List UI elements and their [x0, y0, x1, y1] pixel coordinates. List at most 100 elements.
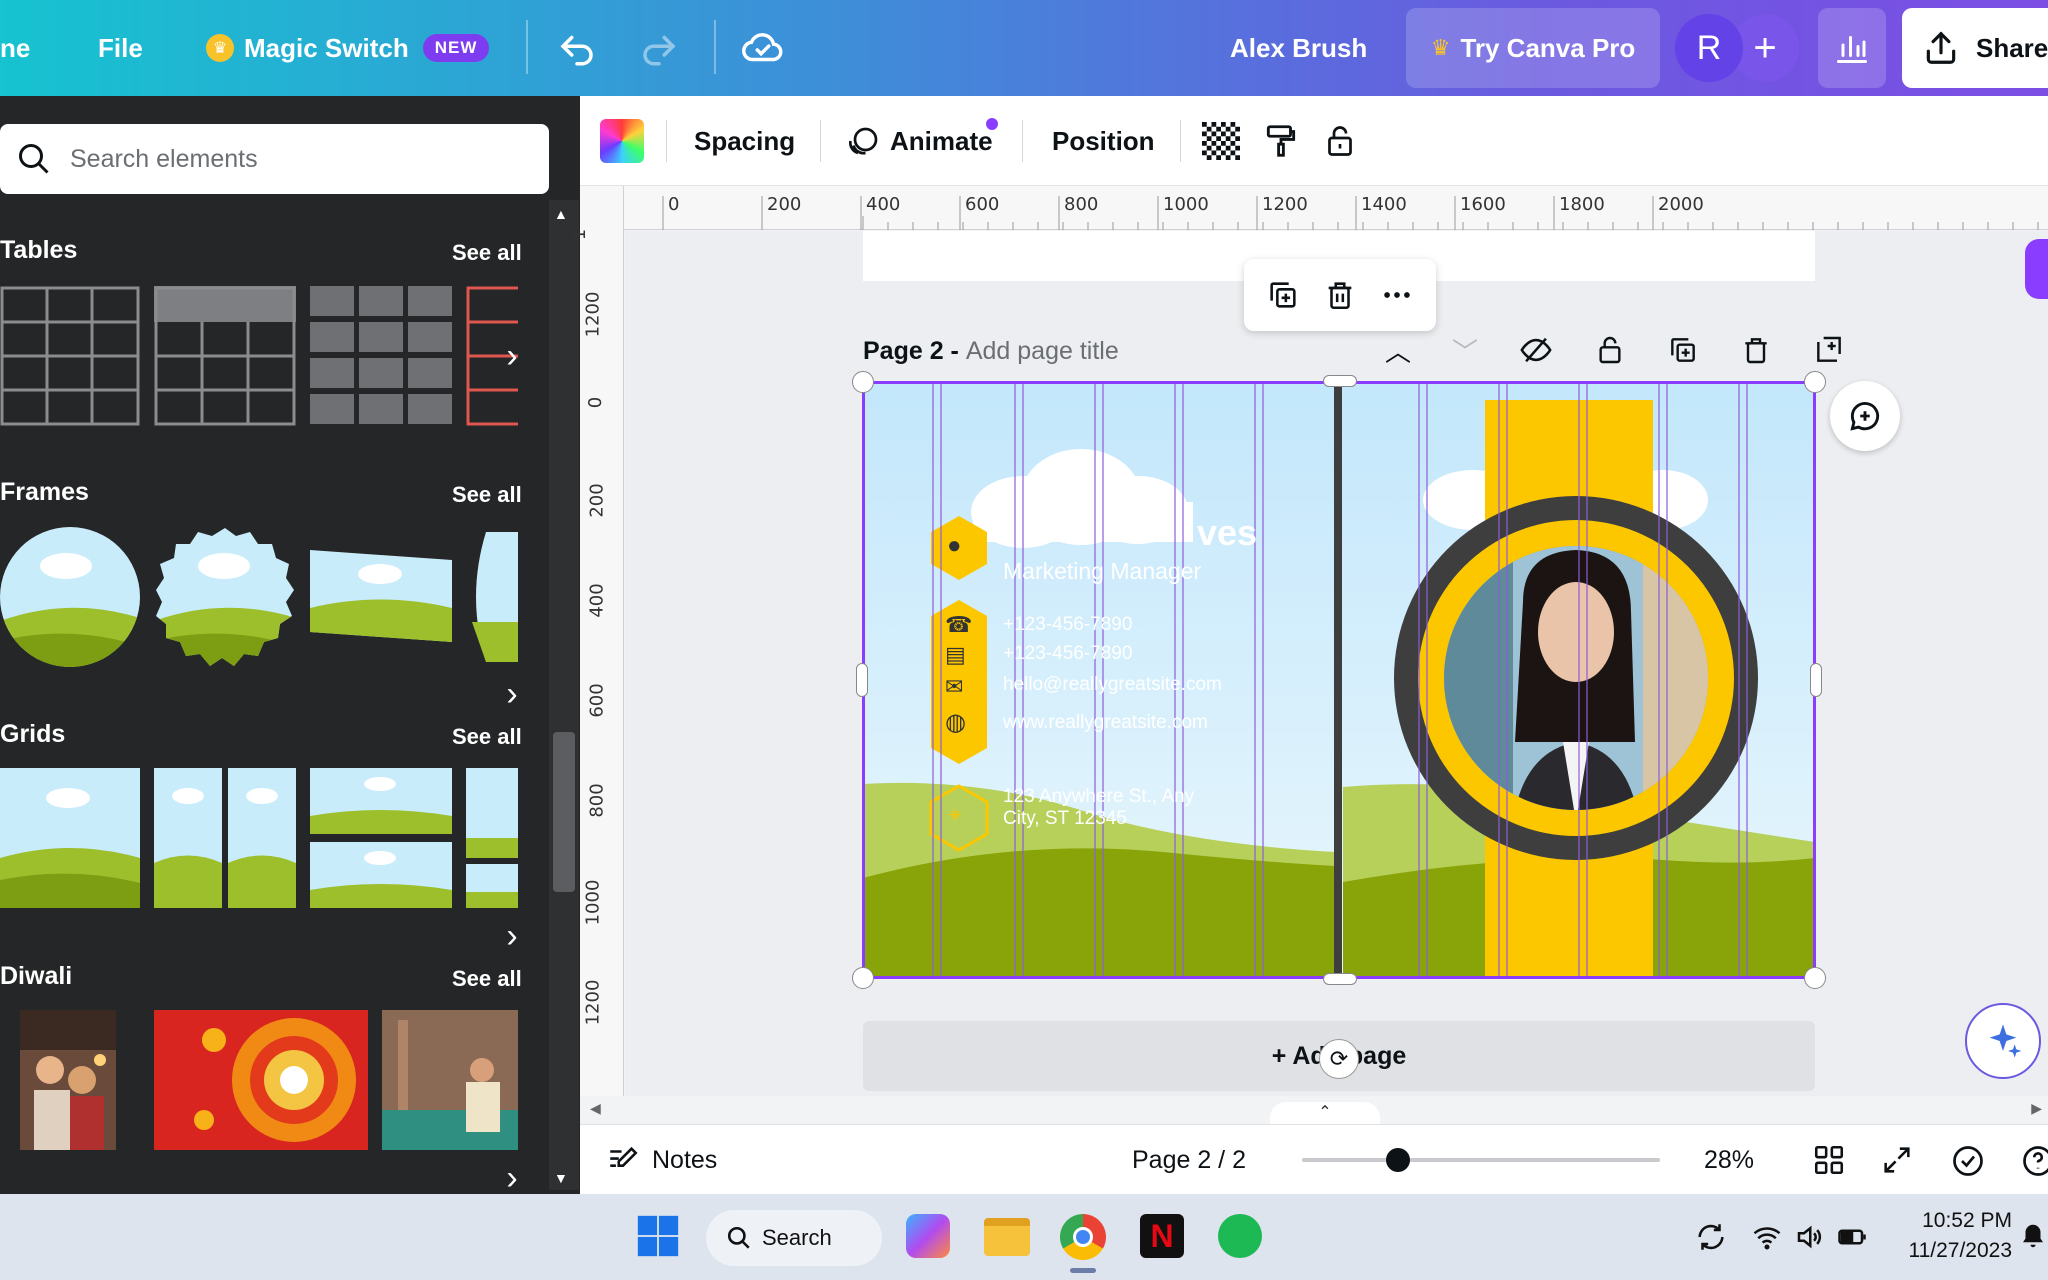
check-circle-icon[interactable] — [1950, 1143, 1986, 1179]
notification-bell-icon[interactable] — [2018, 1220, 2048, 1252]
notes-button[interactable]: Notes — [606, 1125, 717, 1195]
insights-button[interactable] — [1818, 8, 1886, 88]
help-icon[interactable] — [2020, 1143, 2048, 1179]
hide-page-icon[interactable] — [1519, 333, 1553, 367]
grid-thumbnail[interactable] — [466, 768, 518, 908]
ruler-label: 400 — [866, 194, 901, 215]
redo-button[interactable] — [638, 0, 680, 96]
see-all-frames-link[interactable]: See all — [452, 482, 522, 508]
animate-button[interactable]: Animate — [846, 96, 998, 186]
grid-thumbnail[interactable] — [0, 768, 140, 908]
netflix-icon[interactable]: N — [1140, 1214, 1184, 1258]
resize-handle[interactable] — [856, 663, 868, 697]
see-all-grids-link[interactable]: See all — [452, 724, 522, 750]
windows-start-icon[interactable] — [636, 1214, 680, 1258]
chevron-right-icon[interactable]: › — [488, 912, 536, 960]
scroll-down-icon[interactable]: ▼ — [554, 1170, 568, 1186]
scroll-left-icon[interactable]: ◀ — [590, 1100, 601, 1117]
table-thumbnail[interactable] — [310, 286, 452, 426]
sidebar-scrollbar[interactable]: ▲ ▼ — [549, 200, 579, 1190]
scroll-up-icon[interactable]: ▲ — [554, 206, 568, 222]
position-button[interactable]: Position — [1052, 96, 1155, 186]
try-canva-pro-button[interactable]: ♛ Try Canva Pro — [1406, 8, 1660, 88]
file-explorer-icon[interactable] — [984, 1218, 1030, 1256]
fullscreen-icon[interactable] — [1880, 1143, 1914, 1177]
see-all-diwali-link[interactable]: See all — [452, 966, 522, 992]
font-name-button[interactable]: Alex Brush — [1230, 0, 1367, 96]
frame-thumbnail[interactable] — [466, 532, 518, 662]
lock-page-icon[interactable] — [1594, 334, 1626, 366]
duplicate-icon[interactable] — [1266, 278, 1300, 312]
clock[interactable]: 10:52 PM 11/27/2023 — [1892, 1206, 2012, 1266]
grid-thumbnail[interactable] — [310, 768, 452, 908]
add-comment-button[interactable] — [1830, 381, 1900, 451]
home-menu[interactable]: ne — [0, 0, 30, 96]
resize-handle[interactable] — [1804, 371, 1826, 393]
sync-icon[interactable] — [1694, 1220, 1728, 1254]
scrollbar-thumb[interactable] — [553, 732, 575, 892]
duplicate-page-icon[interactable] — [1667, 334, 1699, 366]
resize-handle[interactable] — [1810, 663, 1822, 697]
chevron-right-icon[interactable]: › — [488, 332, 536, 380]
design-canvas: Page 2 - Add page title ︿ ﹀ ● ☎ ▤ ✉ ◍ ⌖ … — [625, 231, 2048, 1096]
divider — [526, 20, 528, 74]
refresh-icon[interactable]: ⟳ — [1319, 1039, 1359, 1079]
resize-handle[interactable] — [1804, 967, 1826, 989]
rainbow-color-swatch-icon — [600, 119, 644, 163]
scalloped-frame-thumbnail[interactable] — [154, 526, 296, 668]
resize-handle[interactable] — [1323, 375, 1357, 387]
share-button[interactable]: Share — [1902, 8, 2048, 88]
chevron-up-icon[interactable]: ︿ — [1385, 332, 1411, 369]
side-tab[interactable] — [2025, 239, 2048, 299]
lock-button[interactable] — [1322, 96, 1358, 186]
page-indicator[interactable]: Page 2 / 2 — [1132, 1125, 1246, 1195]
page-title-input[interactable]: Add page title — [966, 337, 1119, 365]
zoom-slider[interactable] — [1302, 1148, 1660, 1172]
table-thumbnail[interactable] — [154, 286, 296, 426]
undo-button[interactable] — [556, 0, 598, 96]
windows-taskbar: Search N 10:52 PM 11/27/2023 — [0, 1194, 2048, 1280]
resize-handle[interactable] — [1323, 973, 1357, 985]
grid-thumbnail[interactable] — [154, 768, 296, 908]
element-action-toolbar — [1244, 259, 1436, 331]
chevron-right-icon[interactable]: › — [488, 670, 536, 718]
taskbar-search[interactable]: Search — [706, 1210, 882, 1266]
volume-icon[interactable] — [1794, 1222, 1824, 1252]
wifi-icon[interactable] — [1752, 1222, 1782, 1252]
battery-icon[interactable] — [1836, 1222, 1868, 1252]
resize-handle[interactable] — [852, 967, 874, 989]
spacing-button[interactable]: Spacing — [694, 96, 795, 186]
transparency-button[interactable] — [1202, 96, 1240, 186]
save-status-button[interactable] — [740, 0, 786, 96]
chevron-down-icon[interactable]: ﹀ — [1452, 332, 1478, 369]
more-options-icon[interactable] — [1380, 278, 1414, 312]
diwali-photo-thumbnail[interactable] — [20, 1010, 116, 1150]
copy-style-button[interactable] — [1262, 96, 1300, 186]
delete-page-icon[interactable] — [1740, 334, 1772, 366]
skewed-frame-thumbnail[interactable] — [310, 546, 452, 646]
spotify-icon[interactable] — [1218, 1214, 1262, 1258]
chrome-icon[interactable] — [1060, 1214, 1106, 1260]
color-picker-button[interactable] — [600, 96, 644, 186]
circle-frame-thumbnail[interactable] — [0, 526, 140, 668]
search-elements-input[interactable]: Search elements — [0, 124, 549, 194]
add-page-icon[interactable] — [1813, 334, 1845, 366]
grid-view-icon[interactable] — [1812, 1143, 1846, 1177]
zoom-slider-handle[interactable] — [1386, 1148, 1410, 1172]
avatar[interactable]: R — [1675, 14, 1743, 82]
see-all-tables-link[interactable]: See all — [452, 240, 522, 266]
scroll-right-icon[interactable]: ▶ — [2031, 1100, 2042, 1117]
zoom-level[interactable]: 28% — [1704, 1125, 1754, 1195]
trash-icon[interactable] — [1323, 278, 1357, 312]
resize-handle[interactable] — [852, 371, 874, 393]
magic-assistant-button[interactable] — [1965, 1003, 2041, 1079]
diwali-rangoli-thumbnail[interactable] — [154, 1010, 368, 1150]
magic-switch-button[interactable]: ♛ Magic Switch NEW — [206, 0, 490, 96]
copilot-icon[interactable] — [906, 1214, 950, 1258]
file-menu[interactable]: File — [98, 0, 143, 96]
canvas-horizontal-scrollbar[interactable]: ◀ ▶ ⌃ — [580, 1096, 2048, 1130]
table-thumbnail[interactable] — [0, 286, 140, 426]
clock-date: 11/27/2023 — [1908, 1239, 2012, 1262]
plus-icon: + — [1753, 25, 1777, 70]
diwali-photo-thumbnail[interactable] — [382, 1010, 518, 1150]
